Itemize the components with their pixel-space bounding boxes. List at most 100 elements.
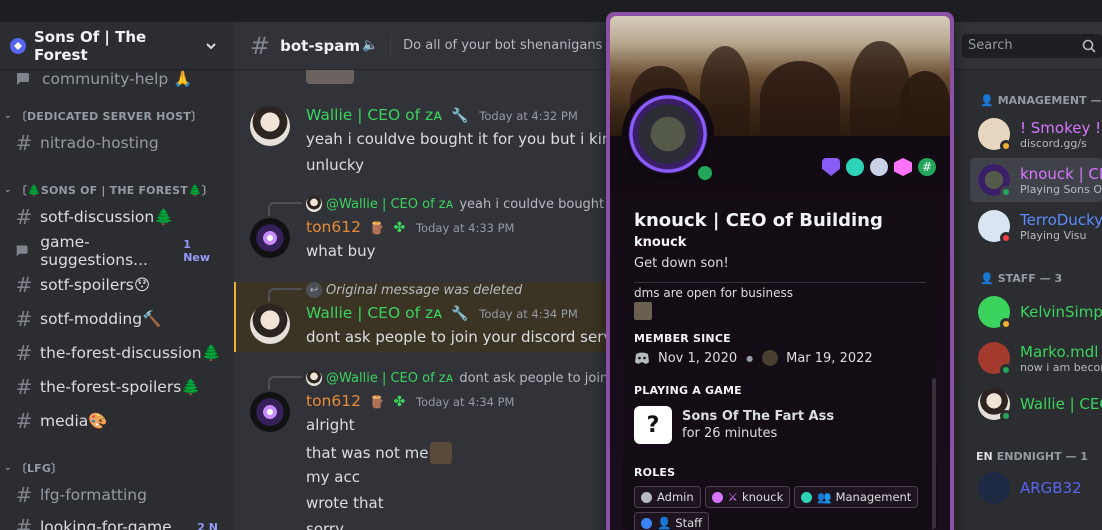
search-bar-area: Search xyxy=(956,22,1102,70)
member-text: KelvinSimp xyxy=(1020,303,1102,321)
profile-body: # knouck | CEO of Building knouck Get do… xyxy=(610,16,950,530)
search-input[interactable]: Search xyxy=(962,33,1102,58)
discord-logo-icon xyxy=(635,352,649,364)
channel-media[interactable]: # media🎨 xyxy=(8,406,226,436)
avatar xyxy=(978,118,1012,152)
channel-nitrado-hosting[interactable]: # nitrado-hosting xyxy=(8,128,226,158)
member-text: ARGB32 xyxy=(1020,479,1082,497)
custom-emoji[interactable] xyxy=(430,442,453,464)
profile-scrollbar[interactable] xyxy=(932,378,936,530)
channel-sotf-discussion[interactable]: # sotf-discussion🌲 xyxy=(8,202,226,232)
playing-label: PLAYING A GAME xyxy=(634,384,742,397)
role-color-dot xyxy=(711,491,723,503)
group-label: ENDNIGHT — 1 xyxy=(996,450,1088,463)
avatar xyxy=(978,164,1012,198)
dnd-status-icon xyxy=(1000,232,1012,244)
member-text: Wallie | CEO xyxy=(1020,395,1102,413)
server-header[interactable]: Sons Of | The Forest xyxy=(0,22,234,70)
member-item[interactable]: Wallie | CEO xyxy=(970,382,1102,426)
member-activity: now i am becom xyxy=(1020,360,1102,374)
idle-status-icon xyxy=(1000,140,1012,152)
role-admin[interactable]: Admin xyxy=(634,486,701,508)
avatar xyxy=(978,342,1012,376)
avatar[interactable] xyxy=(250,106,290,146)
member-item[interactable]: TerroDucky Playing Visu xyxy=(970,204,1102,248)
role-color-dot xyxy=(641,491,652,503)
channel-the-forest-discussion[interactable]: # the-forest-discussion🌲 xyxy=(8,338,226,368)
profile-username: knouck xyxy=(634,235,687,250)
role-icon: 🪵 xyxy=(369,395,385,409)
online-status-icon xyxy=(1000,364,1012,376)
channel-the-forest-spoilers[interactable]: # the-forest-spoilers🌲 xyxy=(8,372,226,402)
username[interactable]: ton612 xyxy=(306,392,361,410)
avatar[interactable] xyxy=(250,304,290,344)
channel-label: lfg-formatting xyxy=(40,486,147,504)
member-item[interactable]: KelvinSimp xyxy=(970,290,1102,334)
channel-game-suggestions[interactable]: game-suggestions... 1 New xyxy=(8,233,226,269)
message-text: wrote that xyxy=(306,494,384,512)
channel-title: bot-spam xyxy=(280,36,360,55)
chevron-down-icon: ⌄ xyxy=(4,111,12,121)
discord-window: Sons Of | The Forest community-help 🙏 ⌄ … xyxy=(0,0,1102,530)
timestamp: Today at 4:33 PM xyxy=(416,221,515,235)
idle-status-icon xyxy=(1000,318,1012,330)
member-name: Marko.mdl xyxy=(1020,342,1099,361)
member-text: knouck | CE Playing Sons Of xyxy=(1020,165,1102,196)
channel-label: sotf-modding🔨 xyxy=(40,310,162,328)
category-sons-of-the-forest[interactable]: ⌄ 〔🌲SONS OF | THE FOREST🌲〕 xyxy=(4,182,213,198)
hash-icon: # xyxy=(15,375,33,399)
role-color-dot xyxy=(641,517,652,529)
channel-community-help[interactable]: community-help 🙏 xyxy=(8,64,226,94)
avatar[interactable] xyxy=(250,392,290,432)
avatar xyxy=(306,196,322,212)
role-color-dot xyxy=(801,491,813,503)
category-dedicated-server[interactable]: ⌄ 〔DEDICATED SERVER HOST〕 xyxy=(4,108,202,124)
channel-sotf-spoilers[interactable]: # sotf-spoilers😯 xyxy=(8,270,226,300)
image-attachment[interactable] xyxy=(306,70,354,84)
username[interactable]: Wallie | CEO of ᴢᴀ xyxy=(306,106,442,124)
member-item[interactable]: ARGB32 xyxy=(970,466,1102,510)
hypesquad-badge-icon[interactable] xyxy=(894,158,912,176)
member-item[interactable]: ! Smokey ! discord.gg/s xyxy=(970,112,1102,156)
channel-looking-for-game[interactable]: # looking-for-game 2 N xyxy=(8,512,226,530)
channel-label: sotf-spoilers😯 xyxy=(40,276,150,294)
people-icon: 👥 xyxy=(817,490,832,504)
member-since-label: MEMBER SINCE xyxy=(634,332,731,345)
role-staff[interactable]: 👤 Staff xyxy=(634,512,710,530)
hash-icon: # xyxy=(15,307,33,331)
new-posts-badge: 2 N xyxy=(197,520,218,530)
forum-icon xyxy=(17,73,29,85)
forum-icon xyxy=(16,245,28,257)
channel-label: community-help 🙏 xyxy=(42,70,193,88)
role-name: Management xyxy=(835,490,912,504)
message-line: that was not me xyxy=(306,442,453,464)
role-management[interactable]: 👥 Management xyxy=(794,486,919,508)
person-icon: 👤 xyxy=(980,272,994,285)
message-text: my acc xyxy=(306,468,360,486)
reply-preview[interactable]: @Wallie | CEO of ᴢᴀ yeah i couldve bough… xyxy=(306,196,639,212)
hash-badge-icon[interactable]: # xyxy=(918,158,936,176)
message-header: Wallie | CEO of ᴢᴀ 🔧 Today at 4:34 PM xyxy=(306,304,578,322)
channel-topic[interactable]: Do all of your bot shenanigans here xyxy=(403,38,636,53)
avatar xyxy=(306,370,322,386)
channel-label: sotf-discussion🌲 xyxy=(40,208,174,226)
online-status-icon xyxy=(1000,186,1012,198)
channel-lfg-formatting[interactable]: # lfg-formatting xyxy=(8,480,226,510)
boost-badge-icon[interactable] xyxy=(870,158,888,176)
avatar[interactable] xyxy=(250,218,290,258)
role-knouck[interactable]: ⚔ knouck xyxy=(704,486,791,508)
timestamp: Today at 4:32 PM xyxy=(479,109,578,123)
nitro-badge-icon[interactable] xyxy=(822,158,840,176)
reply-preview[interactable]: @Wallie | CEO of ᴢᴀ dont ask people to j… xyxy=(306,370,636,386)
chevron-down-icon[interactable] xyxy=(204,39,218,53)
hash-icon: # xyxy=(15,131,33,155)
username[interactable]: ton612 xyxy=(306,218,361,236)
banner-foliage xyxy=(900,71,950,136)
developer-badge-icon[interactable] xyxy=(846,158,864,176)
new-posts-badge: 1 New xyxy=(183,238,211,264)
category-lfg[interactable]: ⌄ 〔LFG〕 xyxy=(4,460,62,476)
channel-sotf-modding[interactable]: # sotf-modding🔨 xyxy=(8,304,226,334)
member-item[interactable]: Marko.mdl now i am becom xyxy=(970,336,1102,380)
username[interactable]: Wallie | CEO of ᴢᴀ xyxy=(306,304,442,322)
member-item-selected[interactable]: knouck | CE Playing Sons Of xyxy=(970,158,1102,202)
